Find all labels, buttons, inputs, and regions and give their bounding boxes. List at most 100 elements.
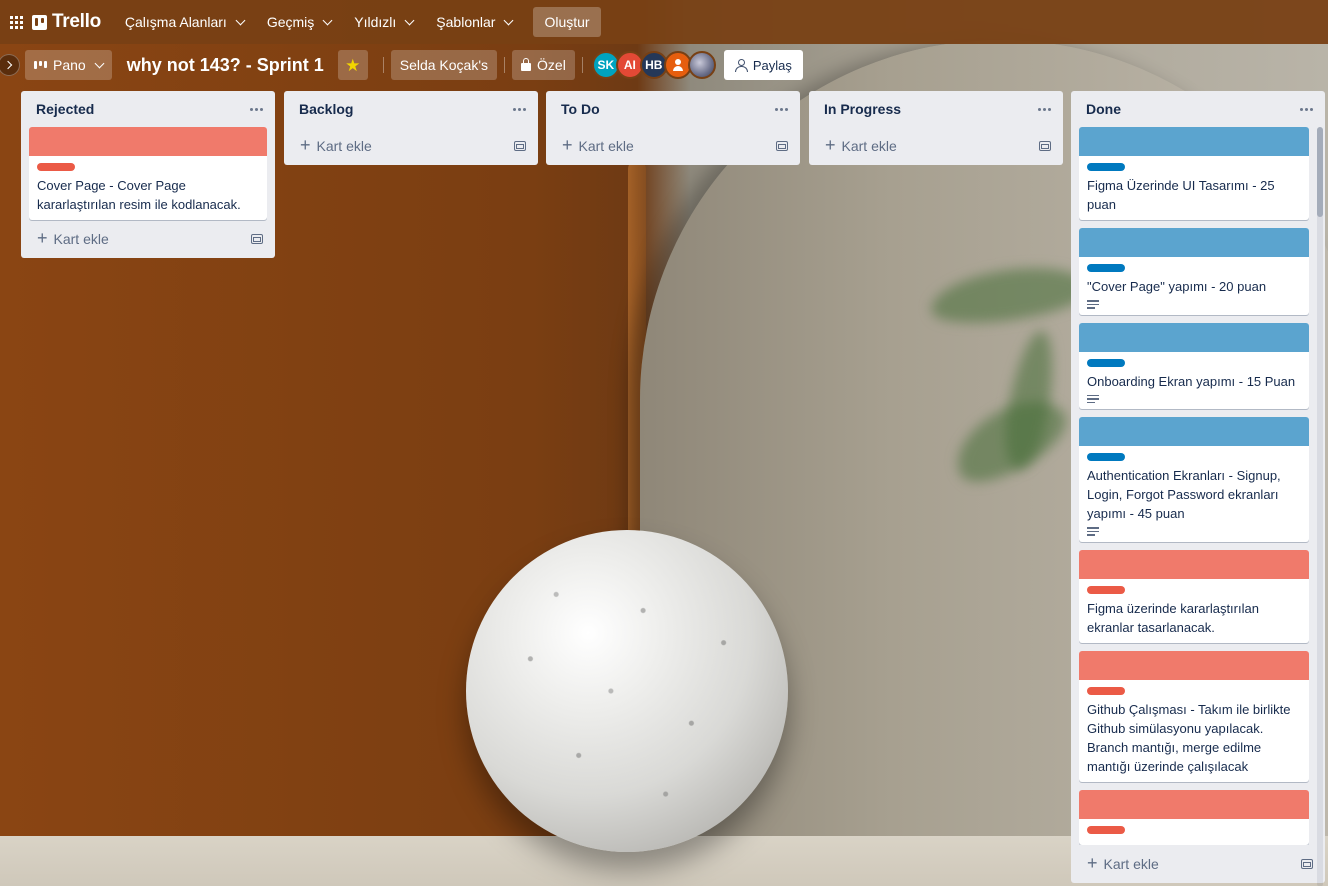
description-icon	[1087, 394, 1099, 403]
share-button[interactable]: Paylaş	[723, 50, 803, 80]
more-icon[interactable]	[246, 104, 267, 115]
card-cover	[1079, 549, 1309, 579]
nav-templates[interactable]: Şablonlar	[426, 6, 522, 38]
card-cover	[1079, 417, 1309, 446]
star-button[interactable]: ★	[337, 50, 368, 80]
top-nav: Trello Çalışma Alanları Geçmiş Yıldızlı …	[0, 0, 1328, 44]
background-sphere	[466, 530, 788, 852]
card-template-icon[interactable]	[776, 141, 788, 151]
visibility-button[interactable]: Özel	[512, 50, 575, 80]
visibility-label: Özel	[537, 57, 566, 73]
card-body: Figma Üzerinde UI Tasarımı - 25 puan	[1079, 156, 1309, 220]
list-title[interactable]: Done	[1086, 101, 1121, 117]
card-cover	[1079, 228, 1309, 257]
list-title[interactable]: In Progress	[824, 101, 901, 117]
plus-icon: +	[37, 228, 48, 248]
board-icon	[34, 61, 47, 69]
card[interactable]: Onboarding Ekran yapımı - 15 Puan	[1079, 322, 1309, 410]
more-icon[interactable]	[771, 104, 792, 115]
logo-text: Trello	[52, 11, 101, 32]
more-icon[interactable]	[1034, 104, 1055, 115]
add-card-label: Kart ekle	[841, 138, 897, 154]
card-body: Authentication Ekranları - Signup, Login…	[1079, 446, 1309, 542]
card[interactable]: Authentication Ekranları - Signup, Login…	[1079, 417, 1309, 542]
card-body: Github Çalışması - Takım ile birlikte Gi…	[1079, 680, 1309, 782]
card-label[interactable]	[1087, 453, 1125, 461]
nav-templates-label: Şablonlar	[436, 14, 496, 30]
scrollbar-thumb[interactable]	[1317, 127, 1323, 217]
list-footer: + Kart ekle	[284, 127, 538, 165]
card-label[interactable]	[1087, 163, 1125, 171]
chevron-down-icon	[504, 15, 514, 25]
add-card-label: Kart ekle	[1103, 856, 1159, 872]
nav-starred[interactable]: Yıldızlı	[344, 6, 423, 38]
divider	[581, 57, 583, 73]
card-label[interactable]	[37, 163, 75, 171]
card-cover	[1079, 650, 1309, 680]
card-label[interactable]	[1087, 264, 1125, 272]
card-label[interactable]	[1087, 358, 1125, 367]
card-template-icon[interactable]	[251, 234, 263, 244]
nav-workspaces-label: Çalışma Alanları	[124, 14, 227, 30]
list-scrollbar[interactable]	[1317, 127, 1323, 886]
card[interactable]: Cover Page - Cover Page kararlaştırılan …	[29, 127, 267, 220]
list-title[interactable]: Backlog	[299, 101, 353, 117]
sidebar-toggle-button[interactable]	[0, 54, 20, 76]
create-button[interactable]: Oluştur	[533, 7, 601, 37]
card-label[interactable]	[1087, 585, 1125, 594]
card-title: Github Çalışması - Takım ile birlikte Gi…	[1087, 701, 1291, 774]
member-avatars: SK AI HB	[591, 51, 716, 79]
add-card-button[interactable]: + Kart ekle	[300, 136, 372, 154]
workspace-button[interactable]: Selda Koçak's	[390, 50, 498, 80]
card[interactable]: Github Çalışması - Takım ile birlikte Gi…	[1079, 650, 1309, 782]
list-title[interactable]: To Do	[561, 101, 600, 117]
add-card-button[interactable]: + Kart ekle	[1087, 853, 1159, 873]
card-cover	[1079, 789, 1309, 819]
list-footer: + Kart ekle	[809, 127, 1063, 165]
list-title[interactable]: Rejected	[36, 101, 94, 117]
board-title[interactable]: why not 143? - Sprint 1	[127, 51, 324, 80]
trello-logo-icon	[32, 14, 47, 30]
card-template-icon[interactable]	[1301, 859, 1313, 869]
list-footer: + Kart ekle	[1071, 845, 1325, 883]
card-template-icon[interactable]	[514, 141, 526, 151]
card-body: Figma üzerinde kararlaştırılan ekranlar …	[1079, 579, 1309, 643]
person-icon	[672, 59, 683, 71]
nav-recent[interactable]: Geçmiş	[257, 6, 341, 38]
card-label[interactable]	[1087, 686, 1125, 695]
board-view-switcher[interactable]: Pano	[25, 50, 112, 80]
list-footer: + Kart ekle	[546, 127, 800, 165]
list-header: Backlog	[284, 91, 538, 127]
more-icon[interactable]	[509, 104, 530, 115]
add-card-button[interactable]: + Kart ekle	[37, 228, 109, 248]
card-template-icon[interactable]	[1039, 141, 1051, 151]
more-icon[interactable]	[1296, 104, 1317, 115]
card-label[interactable]	[1087, 825, 1125, 834]
star-icon: ★	[345, 55, 361, 75]
plus-icon: +	[825, 135, 836, 155]
card-body: Onboarding Ekran yapımı - 15 Puan	[1079, 352, 1309, 410]
card[interactable]: "Cover Page" yapımı - 20 puan	[1079, 228, 1309, 315]
plus-icon: +	[1087, 853, 1098, 873]
card-cover	[29, 127, 267, 156]
card[interactable]: Figma Üzerinde UI Tasarımı - 25 puan	[1079, 127, 1309, 220]
card[interactable]	[1079, 789, 1309, 845]
app-switcher-button[interactable]	[6, 12, 26, 32]
list-in-progress: In Progress + Kart ekle	[809, 91, 1063, 165]
description-icon	[1087, 300, 1099, 309]
nav-starred-label: Yıldızlı	[354, 14, 397, 30]
trello-logo[interactable]: Trello	[32, 11, 101, 33]
add-card-button[interactable]: + Kart ekle	[825, 135, 897, 155]
card-body	[1079, 819, 1309, 845]
card-cover	[1079, 127, 1309, 156]
card[interactable]: Figma üzerinde kararlaştırılan ekranlar …	[1079, 549, 1309, 643]
add-card-label: Kart ekle	[578, 138, 634, 154]
add-card-button[interactable]: + Kart ekle	[562, 136, 634, 154]
avatar-photo[interactable]	[687, 51, 716, 79]
add-card-label: Kart ekle	[53, 231, 109, 247]
nav-workspaces[interactable]: Çalışma Alanları	[115, 6, 254, 38]
card-body: Cover Page - Cover Page kararlaştırılan …	[29, 156, 267, 220]
chevron-down-icon	[404, 15, 415, 25]
board-header: Pano why not 143? - Sprint 1 ★ Selda Koç…	[0, 44, 1328, 86]
card-title: Authentication Ekranları - Signup, Login…	[1087, 468, 1281, 521]
